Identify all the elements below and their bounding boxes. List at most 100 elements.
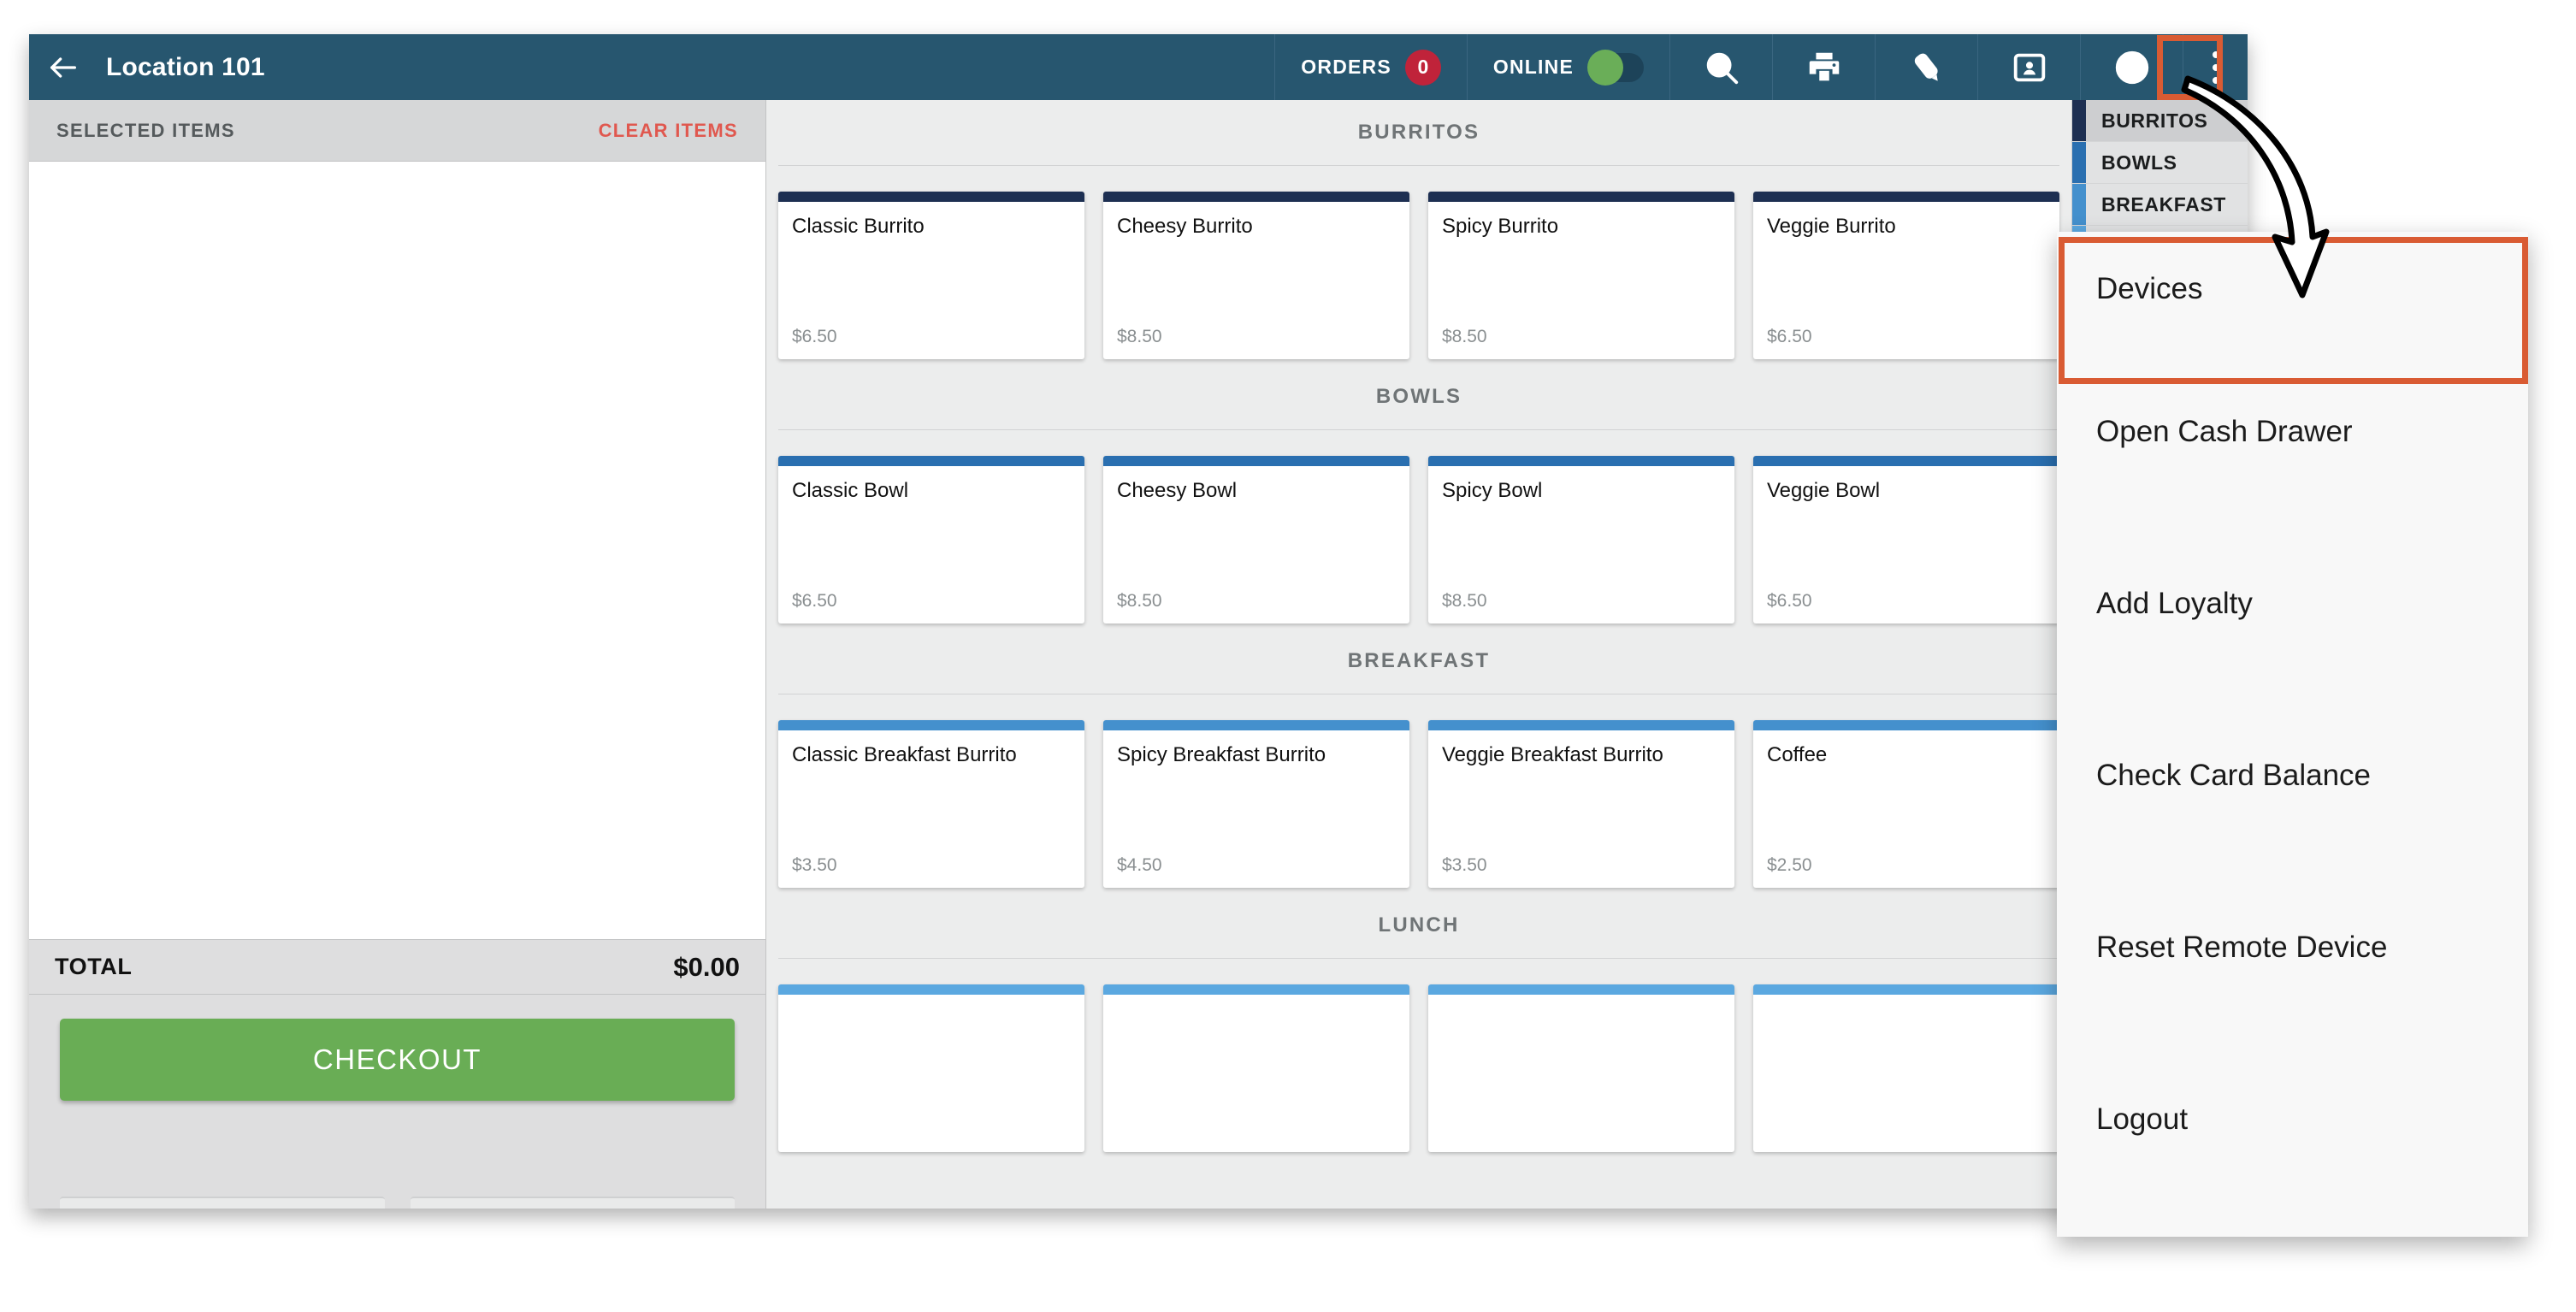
card-item-name: Spicy Breakfast Burrito xyxy=(1117,742,1396,769)
card-item-name: Cheesy Burrito xyxy=(1117,214,1396,240)
secondary-actions-row xyxy=(60,1197,735,1209)
customer-card-icon xyxy=(2010,48,2049,87)
overflow-menu-item-add-loyalty[interactable]: Add Loyalty xyxy=(2057,517,2528,689)
overflow-menu-item-open-cash-drawer[interactable]: Open Cash Drawer xyxy=(2057,346,2528,517)
orders-count-badge: 0 xyxy=(1405,50,1441,86)
card-item-price: $8.50 xyxy=(1442,591,1721,612)
overflow-menu-item-reset-remote-device[interactable]: Reset Remote Device xyxy=(2057,861,2528,1033)
card-item-name: Cheesy Bowl xyxy=(1117,478,1396,505)
card-body: Veggie Burrito $6.50 xyxy=(1753,202,2059,359)
menu-card-row: Classic Bowl$6.50Cheesy Bowl$8.50Spicy B… xyxy=(766,456,2071,623)
card-body: Classic Burrito$6.50 xyxy=(778,202,1084,359)
selected-items-list[interactable] xyxy=(29,162,765,940)
menu-item-card[interactable] xyxy=(1753,984,2059,1152)
help-icon xyxy=(2112,48,2152,87)
menu-item-card[interactable]: Classic Bowl$6.50 xyxy=(778,456,1084,623)
overflow-menu-item-check-card-balance[interactable]: Check Card Balance xyxy=(2057,689,2528,861)
overflow-menu-item-devices[interactable]: Devices xyxy=(2057,232,2528,346)
order-panel: SELECTED ITEMS CLEAR ITEMS TOTAL $0.00 C… xyxy=(29,100,766,1209)
help-button[interactable] xyxy=(2080,34,2183,100)
card-accent-bar xyxy=(1753,456,2059,466)
app-body: SELECTED ITEMS CLEAR ITEMS TOTAL $0.00 C… xyxy=(29,100,2248,1209)
card-item-price: $4.50 xyxy=(1117,855,1396,876)
menu-item-card[interactable]: Cheesy Burrito $8.50 xyxy=(1103,192,1409,359)
category-item-burritos[interactable]: BURRITOS xyxy=(2072,100,2248,142)
card-body: Spicy Bowl$8.50 xyxy=(1428,466,1734,623)
secondary-action-right[interactable] xyxy=(411,1197,736,1209)
secondary-action-left[interactable] xyxy=(60,1197,385,1209)
category-accent-bar xyxy=(2072,142,2086,183)
card-body: Veggie Bowl$6.50 xyxy=(1753,466,2059,623)
card-body: Classic Breakfast Burrito$3.50 xyxy=(778,730,1084,888)
menu-item-card[interactable]: Cheesy Bowl $8.50 xyxy=(1103,456,1409,623)
online-toggle[interactable]: ONLINE xyxy=(1467,34,1669,100)
menu-item-card[interactable] xyxy=(1428,984,1734,1152)
card-item-price: $6.50 xyxy=(1767,327,2046,347)
more-vertical-icon-dot-2 xyxy=(2213,64,2219,71)
tag-button[interactable] xyxy=(1875,34,1977,100)
toggle-knob xyxy=(1587,50,1623,86)
category-label: BURRITOS xyxy=(2086,109,2208,133)
card-body xyxy=(1753,995,2059,1152)
menu-item-card[interactable]: Classic Burrito$6.50 xyxy=(778,192,1084,359)
customer-card-button[interactable] xyxy=(1977,34,2080,100)
card-accent-bar xyxy=(778,984,1084,995)
menu-item-card[interactable] xyxy=(1103,984,1409,1152)
order-actions: CHECKOUT xyxy=(29,995,765,1209)
menu-item-card[interactable] xyxy=(778,984,1084,1152)
card-item-price: $2.50 xyxy=(1767,855,2046,876)
card-body xyxy=(778,995,1084,1152)
overflow-menu-button[interactable] xyxy=(2183,34,2248,100)
section-title: BURRITOS xyxy=(766,100,2071,165)
category-item-breakfast[interactable]: BREAKFAST xyxy=(2072,184,2248,226)
overflow-dropdown[interactable]: DevicesOpen Cash DrawerAdd LoyaltyCheck … xyxy=(2057,232,2528,1237)
menu-item-card[interactable]: Spicy Burrito$8.50 xyxy=(1428,192,1734,359)
pos-app-window: Location 101 ORDERS 0 ONLINE xyxy=(29,34,2248,1209)
card-body: Spicy Burrito$8.50 xyxy=(1428,202,1734,359)
menu-item-card[interactable]: Spicy Breakfast Burrito $4.50 xyxy=(1103,720,1409,888)
card-accent-bar xyxy=(1428,192,1734,202)
section-title: LUNCH xyxy=(766,893,2071,958)
card-body: Coffee $2.50 xyxy=(1753,730,2059,888)
category-label: BOWLS xyxy=(2086,151,2177,174)
card-body xyxy=(1103,995,1409,1152)
card-item-name: Veggie Burrito xyxy=(1767,214,2046,240)
menu-grid[interactable]: BURRITOSClassic Burrito$6.50Cheesy Burri… xyxy=(766,100,2071,1209)
card-body: Spicy Breakfast Burrito $4.50 xyxy=(1103,730,1409,888)
card-body xyxy=(1428,995,1734,1152)
card-item-name: Veggie Bowl xyxy=(1767,478,2046,505)
clear-items-button[interactable]: CLEAR ITEMS xyxy=(599,120,738,142)
card-accent-bar xyxy=(1753,192,2059,202)
overflow-menu-item-logout[interactable]: Logout xyxy=(2057,1033,2528,1205)
print-button[interactable] xyxy=(1772,34,1875,100)
menu-item-card[interactable]: Classic Breakfast Burrito$3.50 xyxy=(778,720,1084,888)
menu-item-card[interactable]: Veggie Burrito $6.50 xyxy=(1753,192,2059,359)
menu-item-card[interactable]: Coffee $2.50 xyxy=(1753,720,2059,888)
section-divider xyxy=(778,165,2059,166)
card-accent-bar xyxy=(1428,456,1734,466)
card-item-price: $8.50 xyxy=(1117,327,1396,347)
card-item-name: Coffee xyxy=(1767,742,2046,769)
print-icon xyxy=(1805,48,1844,87)
online-switch[interactable] xyxy=(1589,53,1644,82)
menu-item-card[interactable]: Veggie Bowl$6.50 xyxy=(1753,456,2059,623)
card-accent-bar xyxy=(1753,720,2059,730)
category-item-bowls[interactable]: BOWLS xyxy=(2072,142,2248,184)
order-panel-header: SELECTED ITEMS CLEAR ITEMS xyxy=(29,100,765,162)
card-item-price: $8.50 xyxy=(1117,591,1396,612)
order-total-row: TOTAL $0.00 xyxy=(29,940,765,995)
menu-card-row: Classic Breakfast Burrito$3.50Spicy Brea… xyxy=(766,720,2071,888)
back-button[interactable] xyxy=(29,34,97,100)
menu-card-row xyxy=(766,984,2071,1152)
section-title: BOWLS xyxy=(766,364,2071,429)
section-divider xyxy=(778,958,2059,959)
checkout-button[interactable]: CHECKOUT xyxy=(60,1019,735,1101)
orders-button[interactable]: ORDERS 0 xyxy=(1274,34,1467,100)
menu-item-card[interactable]: Veggie Breakfast Burrito$3.50 xyxy=(1428,720,1734,888)
app-top-bar: Location 101 ORDERS 0 ONLINE xyxy=(29,34,2248,100)
card-item-name: Classic Breakfast Burrito xyxy=(792,742,1071,769)
search-button[interactable] xyxy=(1669,34,1772,100)
menu-item-card[interactable]: Spicy Bowl$8.50 xyxy=(1428,456,1734,623)
search-icon xyxy=(1702,48,1741,87)
menu-card-row: Classic Burrito$6.50 Cheesy Burrito $8.50 S… xyxy=(766,192,2071,359)
